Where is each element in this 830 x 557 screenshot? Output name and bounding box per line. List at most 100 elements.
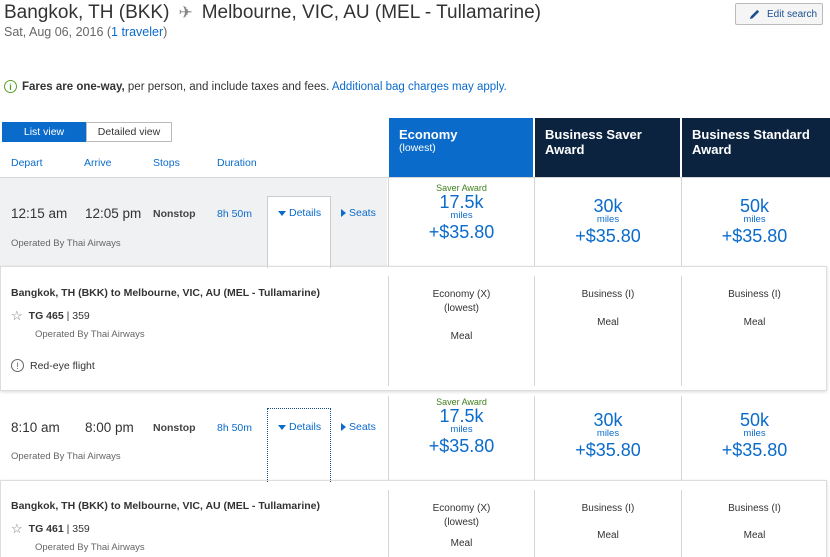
depart-time: 12:15 am bbox=[11, 206, 68, 221]
star-icon[interactable]: ☆ bbox=[11, 521, 23, 537]
miles-value: 30k bbox=[593, 196, 623, 216]
fare-header-business-standard[interactable]: Business Standard Award bbox=[682, 118, 830, 177]
price-economy[interactable]: Saver Award 17.5k miles +$35.80 bbox=[389, 183, 534, 243]
fare-notice: i Fares are one-way, per person, and inc… bbox=[4, 80, 507, 93]
cabin-business-standard: Business (I) Meal bbox=[682, 288, 827, 330]
cabin-class: Economy (X) bbox=[432, 289, 491, 300]
cabin-sub: (lowest) bbox=[443, 517, 479, 528]
seats-label: Seats bbox=[349, 421, 376, 433]
seats-button[interactable]: Seats bbox=[341, 421, 376, 433]
travel-date: Sat, Aug 06, 2016 bbox=[4, 25, 104, 39]
fare-header-name: Business Standard Award bbox=[692, 127, 810, 157]
flight-number: TG 461 bbox=[28, 523, 64, 535]
details-button[interactable]: Details bbox=[278, 421, 321, 433]
miles-label: miles bbox=[743, 214, 766, 225]
cabin-class: Economy (X) bbox=[432, 503, 491, 514]
view-toggle: List view Detailed view bbox=[2, 122, 172, 142]
duration-text: 8h 50m bbox=[217, 208, 253, 220]
seats-label: Seats bbox=[349, 207, 376, 219]
meal-label: Meal bbox=[450, 538, 473, 549]
sort-duration[interactable]: Duration bbox=[217, 157, 257, 169]
seats-button[interactable]: Seats bbox=[341, 207, 376, 219]
cabin-business-saver: Business (I) Meal bbox=[535, 502, 681, 543]
meal-label: Meal bbox=[450, 331, 473, 342]
tax-value: +$35.80 bbox=[428, 436, 495, 456]
caret-right-icon bbox=[341, 209, 346, 217]
origin-text: Bangkok, TH (BKK) bbox=[4, 2, 170, 23]
stops-text: Nonstop bbox=[153, 422, 196, 434]
cabin-business-saver: Business (I) Meal bbox=[535, 288, 681, 330]
fare-header-business-saver[interactable]: Business Saver Award bbox=[535, 118, 680, 177]
detail-operated-by: Operated By Thai Airways bbox=[35, 542, 145, 553]
aircraft-code: 359 bbox=[72, 310, 90, 322]
tax-value: +$35.80 bbox=[428, 222, 495, 242]
flight-number-row: ☆ TG 465 | 359 bbox=[11, 308, 90, 324]
miles-label: miles bbox=[596, 214, 620, 225]
flight-number-row: ☆ TG 461 | 359 bbox=[11, 521, 90, 537]
fare-header-economy[interactable]: Economy (lowest) bbox=[389, 118, 533, 177]
edit-search-label: Edit search bbox=[767, 8, 818, 20]
airplane-icon: ✈ bbox=[178, 3, 193, 22]
cabin-class: Business (I) bbox=[581, 503, 635, 514]
caret-right-icon bbox=[341, 423, 346, 431]
meal-label: Meal bbox=[597, 530, 619, 541]
tax-value: +$35.80 bbox=[575, 440, 641, 460]
info-icon: i bbox=[4, 80, 17, 93]
arrive-time: 8:00 pm bbox=[85, 420, 134, 435]
detail-route: Bangkok, TH (BKK) to Melbourne, VIC, AU … bbox=[11, 500, 320, 512]
fare-header-name: Economy bbox=[399, 127, 458, 142]
tax-value: +$35.80 bbox=[721, 226, 788, 246]
miles-value: 30k bbox=[593, 410, 623, 430]
price-business-standard[interactable]: 50k miles +$35.80 bbox=[682, 411, 827, 461]
miles-label: miles bbox=[743, 428, 766, 439]
duration-text: 8h 50m bbox=[217, 422, 253, 434]
cabin-class: Business (I) bbox=[728, 289, 781, 300]
stops-text: Nonstop bbox=[153, 208, 196, 220]
details-label: Details bbox=[289, 421, 322, 433]
arrive-time: 12:05 pm bbox=[85, 206, 142, 221]
edit-search-button[interactable]: Edit search bbox=[735, 3, 823, 25]
miles-label: miles bbox=[450, 210, 473, 221]
details-focus-outline bbox=[267, 408, 331, 482]
flight-number: TG 465 bbox=[28, 310, 64, 322]
sort-depart[interactable]: Depart bbox=[11, 157, 43, 169]
detailed-view-button[interactable]: Detailed view bbox=[86, 122, 172, 142]
miles-value: 17.5k bbox=[439, 192, 484, 212]
price-economy[interactable]: Saver Award 17.5k miles +$35.80 bbox=[389, 397, 534, 457]
tax-value: +$35.80 bbox=[575, 226, 641, 246]
price-business-standard[interactable]: 50k miles +$35.80 bbox=[682, 197, 827, 247]
operated-by: Operated By Thai Airways bbox=[11, 451, 121, 462]
details-button[interactable]: Details bbox=[278, 207, 321, 219]
list-view-button[interactable]: List view bbox=[2, 122, 86, 142]
destination-text: Melbourne, VIC, AU (MEL - Tullamarine) bbox=[201, 2, 541, 23]
divider bbox=[0, 177, 830, 178]
cabin-class: Business (I) bbox=[728, 503, 781, 514]
pencil-icon bbox=[749, 9, 760, 19]
cabin-sub: (lowest) bbox=[443, 303, 479, 314]
red-eye-note: ! Red-eye flight bbox=[11, 359, 95, 372]
trip-subline: Sat, Aug 06, 2016 (1 traveler) bbox=[4, 25, 168, 39]
miles-value: 17.5k bbox=[439, 406, 484, 426]
traveler-count-link[interactable]: 1 traveler bbox=[111, 25, 163, 39]
fare-header-sub: (lowest) bbox=[399, 142, 436, 154]
sort-stops[interactable]: Stops bbox=[153, 157, 180, 169]
red-eye-label: Red-eye flight bbox=[30, 359, 95, 372]
star-icon[interactable]: ☆ bbox=[11, 308, 23, 324]
alert-icon: ! bbox=[11, 359, 24, 372]
operated-by: Operated By Thai Airways bbox=[11, 238, 121, 249]
caret-down-icon bbox=[278, 210, 286, 216]
miles-value: 50k bbox=[739, 196, 770, 216]
aircraft-code: 359 bbox=[72, 523, 90, 535]
notice-text: per person, and include taxes and fees. bbox=[124, 80, 330, 93]
price-business-saver[interactable]: 30k miles +$35.80 bbox=[535, 411, 681, 461]
sort-arrive[interactable]: Arrive bbox=[84, 157, 111, 169]
details-label: Details bbox=[289, 207, 322, 219]
cabin-class: Business (I) bbox=[581, 289, 635, 300]
bag-charges-link[interactable]: Additional bag charges may apply. bbox=[332, 81, 507, 93]
detail-operated-by: Operated By Thai Airways bbox=[35, 329, 145, 340]
notice-bold: Fares are one-way, bbox=[22, 80, 125, 93]
price-business-saver[interactable]: 30k miles +$35.80 bbox=[535, 197, 681, 247]
tax-value: +$35.80 bbox=[721, 440, 788, 460]
route-title: Bangkok, TH (BKK) ✈ Melbourne, VIC, AU (ME… bbox=[4, 2, 541, 24]
fare-header-name: Business Saver Award bbox=[545, 127, 642, 157]
